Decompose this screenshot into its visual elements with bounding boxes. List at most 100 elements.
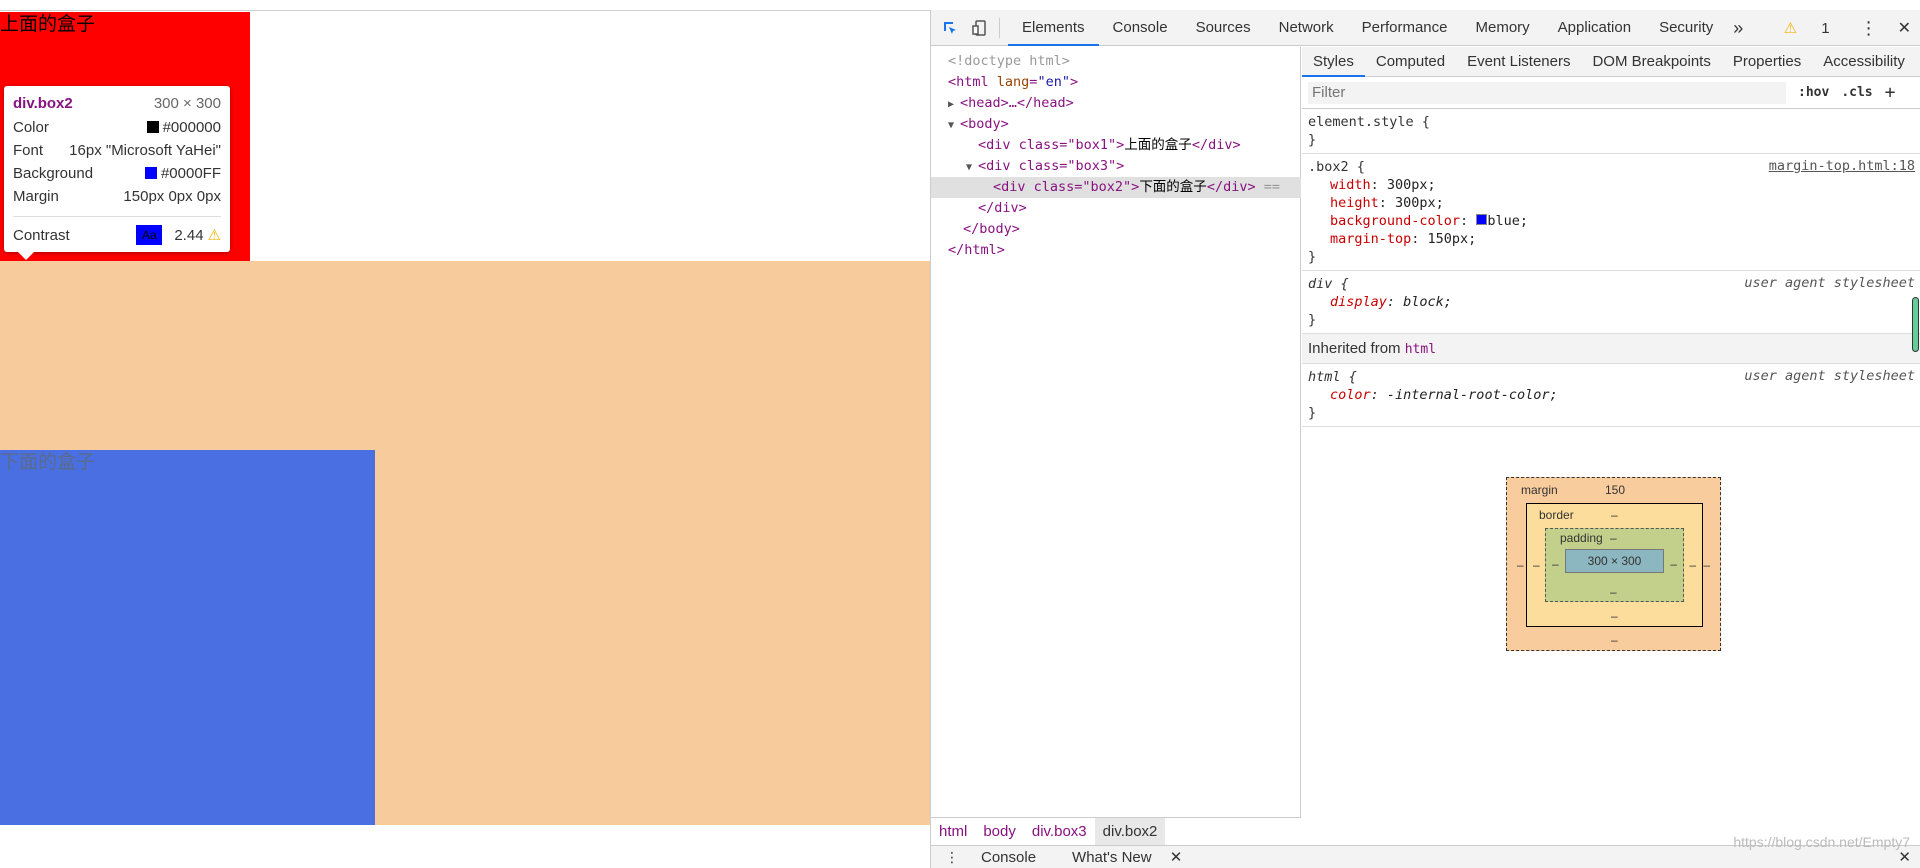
- margin-right-value[interactable]: –: [1703, 558, 1710, 572]
- rule-source-link[interactable]: margin-top.html:18: [1769, 158, 1915, 174]
- tab-properties[interactable]: Properties: [1722, 47, 1812, 77]
- toolbar-separator: [999, 17, 1000, 38]
- background-swatch: [144, 167, 157, 179]
- breadcrumb-html[interactable]: html: [931, 818, 975, 846]
- breadcrumb-div-box2[interactable]: div.box2: [1094, 817, 1166, 846]
- styles-filter-input[interactable]: [1308, 81, 1786, 104]
- margin-left-value[interactable]: –: [1517, 558, 1524, 572]
- prop-color: color: -internal-root-color;: [1330, 387, 1558, 403]
- dom-html[interactable]: <html lang="en">: [931, 72, 1301, 93]
- tab-security[interactable]: Security: [1645, 10, 1727, 46]
- tooltip-margin-value: 150px 0px 0px: [123, 187, 221, 205]
- rule-close: }: [1308, 312, 1317, 328]
- border-right-value[interactable]: –: [1689, 558, 1696, 572]
- color-swatch: [146, 121, 159, 133]
- hov-button[interactable]: :hov: [1798, 85, 1829, 100]
- tab-computed[interactable]: Computed: [1365, 47, 1456, 77]
- inspect-element-icon[interactable]: [939, 17, 961, 39]
- tab-application[interactable]: Application: [1544, 10, 1645, 46]
- padding-label: padding: [1560, 531, 1603, 545]
- close-drawer-icon[interactable]: ✕: [1898, 848, 1911, 866]
- breadcrumb-div-box3[interactable]: div.box3: [1024, 818, 1095, 846]
- tooltip-contrast-value: 2.44: [174, 226, 204, 244]
- tooltip-margin-label: Margin: [13, 187, 59, 205]
- tab-console[interactable]: Console: [1099, 10, 1182, 46]
- new-rule-button[interactable]: +: [1885, 82, 1896, 103]
- tab-elements[interactable]: Elements: [1008, 10, 1099, 46]
- tab-memory[interactable]: Memory: [1462, 10, 1544, 46]
- page-viewport: 上面的盒子 下面的盒子 div.box2 300 × 300 Color #00…: [0, 0, 930, 868]
- close-tab-icon[interactable]: ✕: [1170, 849, 1183, 866]
- prop-height[interactable]: height: 300px;: [1308, 194, 1915, 212]
- border-bottom-value[interactable]: –: [1611, 609, 1618, 623]
- prop-width[interactable]: width: 300px;: [1308, 176, 1915, 194]
- ua-source: user agent stylesheet: [1744, 368, 1915, 384]
- tooltip-color-value: #000000: [162, 118, 221, 136]
- rule-element-style[interactable]: element.style { }: [1302, 109, 1920, 154]
- tooltip-background-value: #0000FF: [160, 164, 221, 182]
- padding-right-value[interactable]: –: [1670, 557, 1677, 571]
- margin-bottom-value[interactable]: –: [1611, 633, 1618, 647]
- box-model-padding: padding – – – – 300 × 300: [1545, 528, 1684, 602]
- prop-background-color[interactable]: background-color: blue;: [1308, 212, 1915, 230]
- tab-sources[interactable]: Sources: [1182, 10, 1265, 46]
- box1-text: 上面的盒子: [0, 13, 96, 35]
- box3[interactable]: 下面的盒子: [0, 261, 930, 825]
- rule-close: }: [1308, 405, 1317, 421]
- inspect-tooltip: div.box2 300 × 300 Color #000000 Font 16…: [4, 86, 230, 260]
- dom-div-box2[interactable]: <div class="box2">下面的盒子</div> ==: [931, 177, 1301, 198]
- dom-body-close[interactable]: </body>: [931, 219, 1301, 240]
- inherited-header: Inherited from html: [1302, 334, 1920, 364]
- border-top-value[interactable]: –: [1611, 508, 1618, 522]
- rule-div-ua[interactable]: div { user agent stylesheet display: blo…: [1302, 271, 1920, 334]
- box-model-content[interactable]: 300 × 300: [1565, 549, 1664, 573]
- warnings-counter[interactable]: ⚠ 1: [1774, 19, 1840, 37]
- tooltip-color-label: Color: [13, 118, 49, 136]
- device-toolbar-icon[interactable]: [969, 17, 991, 39]
- padding-top-value[interactable]: –: [1610, 531, 1617, 545]
- rule-box2[interactable]: .box2 { margin-top.html:18 width: 300px;…: [1302, 154, 1920, 271]
- dom-div-box3[interactable]: ▼ <div class="box3">: [931, 156, 1301, 177]
- breadcrumb-body[interactable]: body: [975, 818, 1024, 846]
- breadcrumb: html body div.box3 div.box2: [931, 817, 1301, 846]
- padding-left-value[interactable]: –: [1552, 557, 1559, 571]
- tab-network[interactable]: Network: [1265, 10, 1348, 46]
- tab-dom-breakpoints[interactable]: DOM Breakpoints: [1581, 47, 1721, 77]
- customize-menu-icon[interactable]: ⋮: [1860, 18, 1878, 39]
- contrast-sample: Aa: [136, 225, 163, 245]
- close-devtools-icon[interactable]: ✕: [1898, 18, 1911, 38]
- padding-bottom-value[interactable]: –: [1610, 585, 1617, 599]
- inherited-tag[interactable]: html: [1405, 342, 1436, 357]
- styles-scrollbar[interactable]: [1912, 297, 1919, 352]
- tooltip-background-label: Background: [13, 164, 94, 182]
- more-tabs-button[interactable]: »: [1727, 10, 1749, 46]
- border-left-value[interactable]: –: [1533, 558, 1540, 572]
- margin-label: margin: [1521, 483, 1558, 497]
- tooltip-contrast-label: Contrast: [13, 226, 70, 244]
- styles-filter-bar: :hov .cls +: [1302, 77, 1920, 109]
- cls-button[interactable]: .cls: [1841, 85, 1872, 100]
- box2[interactable]: 下面的盒子: [0, 450, 375, 825]
- devtools-panel: Elements Console Sources Network Perform…: [930, 10, 1920, 868]
- dom-doctype[interactable]: <!doctype html>: [931, 51, 1301, 72]
- rule-html-ua[interactable]: html { user agent stylesheet color: -int…: [1302, 364, 1920, 427]
- dom-head[interactable]: ▶ <head>…</head>: [931, 93, 1301, 114]
- drawer-tab-whats-new[interactable]: What's New ✕: [1058, 848, 1182, 866]
- dom-html-close[interactable]: </html>: [931, 240, 1301, 261]
- drawer-tab-console[interactable]: Console: [981, 849, 1036, 866]
- tooltip-font-value: 16px "Microsoft YaHei": [69, 141, 221, 159]
- tab-accessibility[interactable]: Accessibility: [1812, 47, 1916, 77]
- tab-styles[interactable]: Styles: [1302, 47, 1365, 77]
- margin-top-value[interactable]: 150: [1605, 483, 1625, 497]
- color-swatch[interactable]: [1476, 214, 1488, 225]
- tab-event-listeners[interactable]: Event Listeners: [1456, 47, 1581, 77]
- tab-performance[interactable]: Performance: [1348, 10, 1462, 46]
- dom-div-box3-close[interactable]: </div>: [931, 198, 1301, 219]
- margin-highlight: [0, 261, 930, 450]
- rule-close: }: [1308, 249, 1317, 265]
- dom-div-box1[interactable]: <div class="box1">上面的盒子</div>: [931, 135, 1301, 156]
- dom-body[interactable]: ▼ <body>: [931, 114, 1301, 135]
- rule-selector: element.style {: [1308, 114, 1430, 130]
- prop-margin-top[interactable]: margin-top: 150px;: [1308, 230, 1915, 248]
- drawer-menu-icon[interactable]: ⋮: [945, 849, 959, 866]
